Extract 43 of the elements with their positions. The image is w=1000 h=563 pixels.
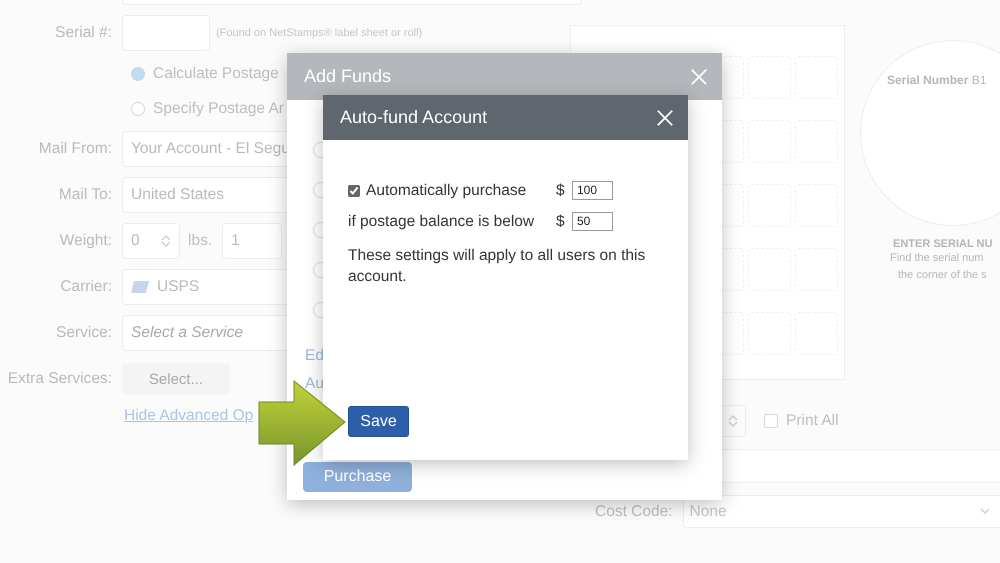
field-label: Serial #:	[54, 24, 112, 42]
dialog-title: Add Funds	[304, 66, 392, 87]
select-field[interactable]: None	[682, 495, 1000, 528]
select-button[interactable]: Select...	[122, 363, 230, 395]
radio-label: Calculate Postage	[153, 64, 279, 82]
amount-field[interactable]: 100	[572, 181, 613, 200]
serial-number-text: Serial Number B1	[887, 73, 986, 89]
amount-field[interactable]: 50	[572, 212, 613, 231]
promo-text: the corner of the s	[898, 268, 987, 283]
field-label: Mail From:	[38, 140, 112, 158]
chevron-down-icon[interactable]	[728, 421, 738, 428]
currency-sign: $	[556, 212, 566, 230]
checkbox[interactable]	[348, 184, 360, 196]
field-label: Service:	[55, 324, 112, 342]
dialog-title: Auto-fund Account	[340, 107, 488, 128]
input-field[interactable]	[721, 449, 1000, 483]
save-button[interactable]: Save	[348, 406, 409, 437]
carrier-value: USPS	[157, 278, 200, 296]
field-label: Carrier:	[59, 278, 112, 296]
radio-label: Specify Postage Ar	[153, 100, 284, 118]
chevron-down-icon[interactable]	[161, 241, 171, 248]
promo-heading: ENTER SERIAL NU	[893, 238, 992, 250]
promo-text: Find the serial num	[890, 251, 984, 266]
currency-sign: $	[556, 182, 566, 200]
radio-button[interactable]	[131, 102, 145, 116]
unit-label: lbs.	[188, 232, 212, 250]
threshold-label: if postage balance is below	[348, 212, 536, 230]
field-label: Weight:	[58, 232, 112, 250]
chevron-up-icon[interactable]	[161, 234, 171, 241]
number-field[interactable]: 0	[122, 223, 180, 259]
chevron-down-icon[interactable]	[980, 508, 990, 515]
number-field[interactable]: 1	[222, 223, 282, 259]
purchase-button[interactable]: Purchase	[303, 462, 412, 492]
field-label: Extra Services:	[6, 370, 112, 388]
settings-note: These settings will apply to all users on this account.	[348, 246, 646, 287]
chevron-up-icon[interactable]	[728, 414, 738, 421]
radio-button[interactable]	[131, 66, 145, 80]
checkbox-label: Print All	[786, 412, 839, 430]
checkbox-label: Automatically purchase	[366, 182, 526, 200]
field-label: Cost Code:	[595, 502, 673, 520]
close-button[interactable]	[656, 108, 674, 126]
checkbox[interactable]	[764, 414, 778, 428]
field-label: Mail To:	[58, 186, 112, 204]
